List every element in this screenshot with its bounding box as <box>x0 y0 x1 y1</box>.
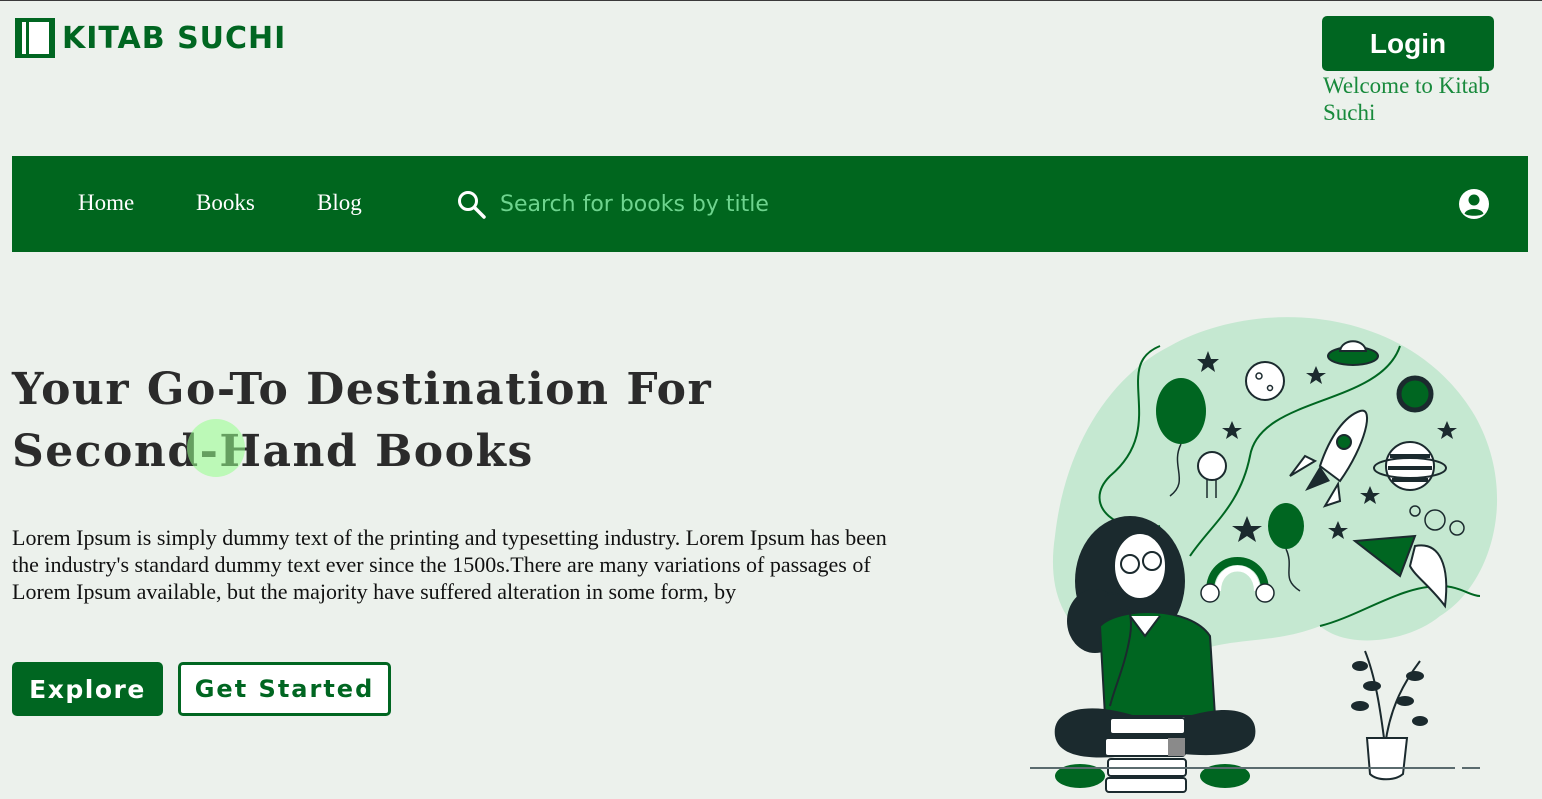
nav-item-home[interactable]: Home <box>78 190 134 216</box>
book-icon <box>15 18 55 58</box>
brand-logo[interactable]: KITAB SUCHI <box>14 17 286 59</box>
user-circle-icon[interactable] <box>1458 188 1490 220</box>
main-navbar: Home Books Blog <box>12 156 1528 252</box>
hero-title: Your Go-To Destination For Second-Hand B… <box>12 364 713 477</box>
get-started-button[interactable]: Get Started <box>178 662 391 716</box>
login-button[interactable]: Login <box>1322 16 1494 71</box>
search-input[interactable] <box>500 186 1000 222</box>
nav-item-books[interactable]: Books <box>196 190 255 216</box>
nav-item-blog[interactable]: Blog <box>317 190 362 216</box>
reading-girl-illustration <box>1030 317 1498 793</box>
mouse-cursor-highlight <box>187 419 245 477</box>
brand-name: KITAB SUCHI <box>62 20 287 56</box>
explore-button[interactable]: Explore <box>12 662 163 716</box>
search-icon[interactable] <box>457 190 487 220</box>
welcome-text: Welcome to Kitab Suchi <box>1323 73 1490 125</box>
hero-description: Lorem Ipsum is simply dummy text of the … <box>12 525 887 604</box>
